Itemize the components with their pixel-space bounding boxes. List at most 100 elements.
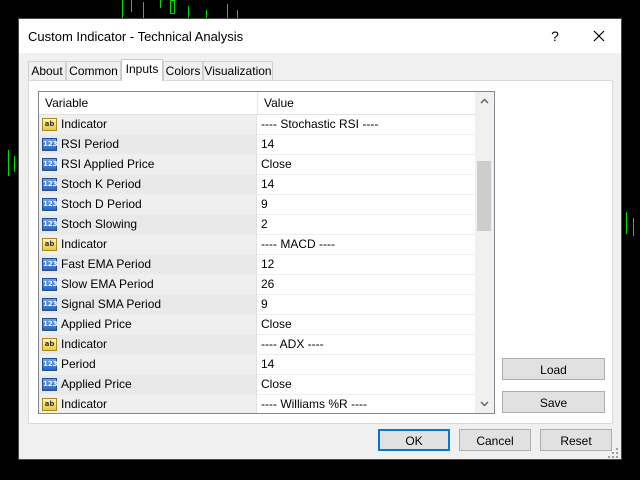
value-cell[interactable]: 9 <box>257 195 475 215</box>
variable-cell[interactable]: 123 Signal SMA Period <box>39 295 257 315</box>
table-row[interactable]: 123 Signal SMA Period 9 <box>39 295 475 315</box>
table-row[interactable]: ab Indicator ---- Stochastic RSI ---- <box>39 115 475 135</box>
tab-common[interactable]: Common <box>66 61 121 80</box>
variable-name: RSI Period <box>61 137 120 151</box>
value-cell[interactable]: 26 <box>257 275 475 295</box>
table-row[interactable]: 123 Stoch Slowing 2 <box>39 215 475 235</box>
table-row[interactable]: ab Indicator ---- ADX ---- <box>39 335 475 355</box>
variable-cell[interactable]: 123 RSI Period <box>39 135 257 155</box>
chevron-down-icon <box>480 401 489 407</box>
value-cell[interactable]: ---- ADX ---- <box>257 335 475 355</box>
value-cell[interactable]: Close <box>257 155 475 175</box>
scroll-thumb[interactable] <box>477 161 491 231</box>
tab-visualization[interactable]: Visualization <box>203 61 273 80</box>
variable-name: Indicator <box>61 117 108 131</box>
number-type-icon: 123 <box>42 278 58 291</box>
number-type-icon: 123 <box>42 178 58 191</box>
value-cell[interactable]: 2 <box>257 215 475 235</box>
variable-cell[interactable]: 123 Stoch D Period <box>39 195 257 215</box>
window-title: Custom Indicator - Technical Analysis <box>28 29 244 44</box>
table-row[interactable]: ab Indicator ---- Williams %R ---- <box>39 395 475 413</box>
chart-candle <box>227 4 228 18</box>
resize-grip-icon[interactable] <box>607 447 619 459</box>
column-header-value[interactable]: Value <box>258 92 475 114</box>
table-row[interactable]: 123 RSI Applied Price Close <box>39 155 475 175</box>
value-cell[interactable]: 14 <box>257 175 475 195</box>
number-type-icon: 123 <box>42 198 58 211</box>
vertical-scrollbar[interactable] <box>475 92 494 413</box>
table-row[interactable]: 123 Applied Price Close <box>39 315 475 335</box>
number-type-icon: 123 <box>42 218 58 231</box>
value-cell[interactable]: 12 <box>257 255 475 275</box>
inputs-grid[interactable]: Variable Value ab Indicator ---- Stochasti… <box>38 91 495 414</box>
chevron-up-icon <box>480 98 489 104</box>
ok-button[interactable]: OK <box>378 429 450 451</box>
variable-cell[interactable]: 123 Period <box>39 355 257 375</box>
value-cell[interactable]: ---- Stochastic RSI ---- <box>257 115 475 135</box>
tab-about[interactable]: About <box>28 61 66 80</box>
save-button[interactable]: Save <box>502 391 605 413</box>
variable-cell[interactable]: ab Indicator <box>39 335 257 355</box>
string-type-icon: ab <box>42 398 57 411</box>
chart-candle <box>14 156 15 172</box>
cancel-button[interactable]: Cancel <box>459 429 531 451</box>
custom-indicator-dialog: Custom Indicator - Technical Analysis ? … <box>18 18 622 460</box>
variable-cell[interactable]: 123 Applied Price <box>39 315 257 335</box>
table-row[interactable]: 123 Fast EMA Period 12 <box>39 255 475 275</box>
value-cell[interactable]: Close <box>257 375 475 395</box>
tab-inputs[interactable]: Inputs <box>121 59 163 81</box>
value-cell[interactable]: ---- MACD ---- <box>257 235 475 255</box>
variable-cell[interactable]: 123 Slow EMA Period <box>39 275 257 295</box>
scroll-up-button[interactable] <box>475 92 494 109</box>
chart-candle <box>188 6 189 18</box>
grid-header: Variable Value <box>39 92 494 115</box>
table-row[interactable]: ab Indicator ---- MACD ---- <box>39 235 475 255</box>
table-row[interactable]: 123 Applied Price Close <box>39 375 475 395</box>
value-cell[interactable]: Close <box>257 315 475 335</box>
variable-cell[interactable]: ab Indicator <box>39 115 257 135</box>
chart-candle <box>626 212 627 234</box>
number-type-icon: 123 <box>42 138 58 151</box>
chart-candle <box>170 0 175 14</box>
table-row[interactable]: 123 Slow EMA Period 26 <box>39 275 475 295</box>
variable-cell[interactable]: 123 RSI Applied Price <box>39 155 257 175</box>
variable-cell[interactable]: ab Indicator <box>39 395 257 413</box>
close-icon <box>593 30 605 42</box>
table-row[interactable]: 123 Period 14 <box>39 355 475 375</box>
variable-cell[interactable]: 123 Fast EMA Period <box>39 255 257 275</box>
variable-cell[interactable]: 123 Applied Price <box>39 375 257 395</box>
string-type-icon: ab <box>42 338 57 351</box>
column-header-variable[interactable]: Variable <box>39 92 257 114</box>
title-bar: Custom Indicator - Technical Analysis ? <box>19 19 621 53</box>
chart-candle <box>122 0 123 18</box>
variable-cell[interactable]: 123 Stoch K Period <box>39 175 257 195</box>
variable-name: Stoch D Period <box>61 197 142 211</box>
variable-name: Slow EMA Period <box>61 277 154 291</box>
value-cell[interactable]: 14 <box>257 135 475 155</box>
reset-button[interactable]: Reset <box>540 429 612 451</box>
table-row[interactable]: 123 Stoch D Period 9 <box>39 195 475 215</box>
table-row[interactable]: 123 RSI Period 14 <box>39 135 475 155</box>
help-button[interactable]: ? <box>545 25 565 47</box>
chart-candle <box>8 150 9 176</box>
variable-name: Indicator <box>61 397 108 411</box>
value-cell[interactable]: 9 <box>257 295 475 315</box>
tab-colors[interactable]: Colors <box>163 61 203 80</box>
chart-candle <box>160 0 161 8</box>
scroll-down-button[interactable] <box>475 396 494 413</box>
variable-cell[interactable]: 123 Stoch Slowing <box>39 215 257 235</box>
load-button[interactable]: Load <box>502 358 605 380</box>
variable-name: Signal SMA Period <box>61 297 162 311</box>
variable-name: Stoch Slowing <box>61 217 138 231</box>
variable-name: Period <box>61 357 96 371</box>
variable-name: Indicator <box>61 337 108 351</box>
number-type-icon: 123 <box>42 358 58 371</box>
close-button[interactable] <box>587 25 611 47</box>
number-type-icon: 123 <box>42 318 58 331</box>
variable-name: Applied Price <box>61 317 132 331</box>
value-cell[interactable]: 14 <box>257 355 475 375</box>
chart-candle <box>143 2 144 18</box>
value-cell[interactable]: ---- Williams %R ---- <box>257 395 475 413</box>
table-row[interactable]: 123 Stoch K Period 14 <box>39 175 475 195</box>
variable-cell[interactable]: ab Indicator <box>39 235 257 255</box>
